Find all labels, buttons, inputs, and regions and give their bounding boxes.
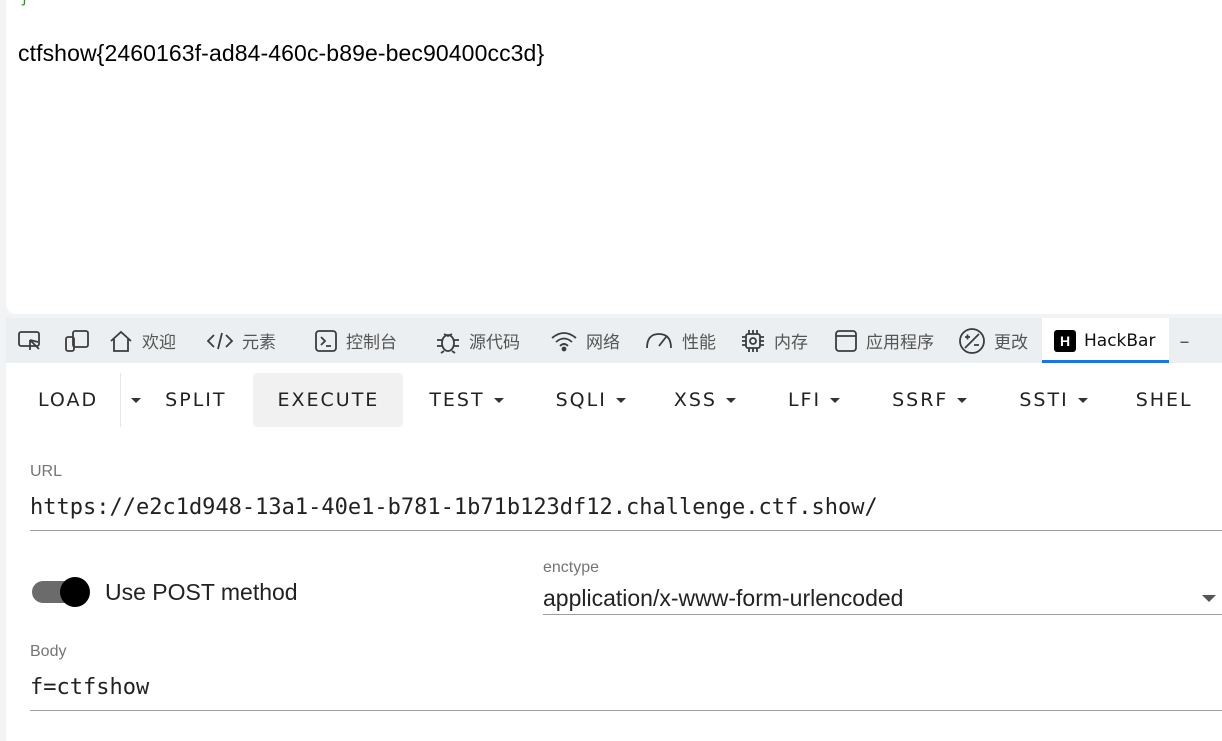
execute-button[interactable]: EXECUTE — [252, 373, 404, 427]
tab-label: 控制台 — [346, 333, 397, 353]
xss-label: XSS — [673, 389, 717, 411]
lfi-menu-button[interactable]: LFI — [787, 373, 841, 427]
tab-network[interactable]: 网络 — [550, 318, 620, 363]
chevron-down-icon — [830, 397, 841, 403]
page-viewport: } ctfshow{2460163f-ad84-460c-b89e-bec904… — [6, 0, 1222, 314]
tab-label: 性能 — [682, 333, 716, 353]
bug-icon — [435, 318, 461, 363]
url-input[interactable]: https://e2c1d948-13a1-40e1-b781-1b71b123… — [30, 495, 878, 520]
tab-label: 源代码 — [469, 333, 520, 353]
hackbar-icon: H — [1054, 329, 1076, 352]
chevron-down-icon — [1077, 397, 1088, 403]
ssti-menu-button[interactable]: SSTI — [1019, 373, 1088, 427]
body-input-underline — [30, 710, 1222, 711]
lfi-label: LFI — [787, 389, 822, 411]
house-icon — [108, 318, 134, 363]
tab-console[interactable]: 控制台 — [314, 318, 397, 363]
tab-label: 内存 — [774, 333, 808, 353]
tab-sources[interactable]: 源代码 — [435, 318, 520, 363]
plus-icon[interactable]: – — [1179, 318, 1189, 363]
json-brace: } — [20, 0, 29, 7]
tab-elements[interactable]: 元素 — [206, 318, 276, 363]
hackbar-panel: LOAD SPLIT EXECUTE TEST SQLI XSS LFI SSR… — [6, 363, 1222, 741]
code-icon — [206, 318, 234, 363]
enctype-select-underline — [543, 614, 1222, 615]
gauge-icon — [644, 318, 674, 363]
chevron-down-icon — [493, 397, 504, 403]
split-button[interactable]: SPLIT — [165, 373, 226, 427]
tab-hackbar[interactable]: H HackBar — [1042, 318, 1170, 363]
enctype-label: enctype — [543, 559, 600, 576]
body-label: Body — [30, 643, 67, 660]
chevron-down-icon — [615, 397, 626, 403]
load-dropdown-button[interactable] — [123, 373, 149, 427]
toolbar-divider — [120, 373, 122, 427]
tab-changes[interactable]: 更改 — [958, 318, 1028, 363]
enctype-select[interactable]: application/x-www-form-urlencoded — [543, 585, 903, 612]
chevron-down-icon[interactable] — [1202, 595, 1216, 602]
test-label: TEST — [429, 389, 485, 411]
url-input-underline — [30, 530, 1222, 531]
post-method-label: Use POST method — [105, 579, 298, 605]
chevron-down-icon — [131, 397, 142, 403]
tab-label: 网络 — [586, 333, 620, 353]
url-label: URL — [30, 463, 63, 480]
ssti-label: SSTI — [1019, 389, 1069, 411]
sqli-label: SQLI — [555, 389, 607, 411]
device-toggle-icon[interactable] — [54, 318, 100, 363]
sqli-menu-button[interactable]: SQLI — [556, 373, 626, 427]
ssrf-menu-button[interactable]: SSRF — [892, 373, 968, 427]
ssrf-label: SSRF — [892, 389, 949, 411]
body-input[interactable]: f=ctfshow — [30, 675, 149, 700]
tab-label: 元素 — [242, 333, 276, 353]
tab-performance[interactable]: 性能 — [644, 318, 716, 363]
terminal-icon — [314, 318, 338, 363]
tab-label: HackBar — [1084, 330, 1156, 351]
inspect-icon[interactable] — [6, 318, 54, 363]
tab-label: 应用程序 — [866, 333, 934, 353]
tab-welcome[interactable]: 欢迎 — [108, 318, 176, 363]
tab-label: 欢迎 — [142, 333, 176, 353]
shell-menu-button[interactable]: SHEL — [1136, 373, 1193, 427]
hackbar-toolbar: LOAD SPLIT EXECUTE TEST SQLI XSS LFI SSR… — [6, 373, 1222, 427]
chip-icon — [740, 318, 766, 363]
xss-menu-button[interactable]: XSS — [674, 373, 736, 427]
wifi-icon — [550, 318, 578, 363]
post-method-toggle-knob[interactable] — [60, 577, 90, 607]
tab-application[interactable]: 应用程序 — [834, 318, 934, 363]
load-button[interactable]: LOAD — [38, 373, 98, 427]
chevron-down-icon — [957, 397, 968, 403]
window-icon — [834, 318, 858, 363]
chevron-down-icon — [725, 397, 736, 403]
tab-memory[interactable]: 内存 — [740, 318, 808, 363]
test-menu-button[interactable]: TEST — [429, 373, 504, 427]
changes-icon — [958, 318, 986, 363]
devtools-tab-strip: 欢迎 元素 控制台 源代码 网络 性能 内存 应用程序 更改 H HackBar… — [6, 318, 1222, 363]
tab-label: 更改 — [994, 333, 1028, 353]
flag-text: ctfshow{2460163f-ad84-460c-b89e-bec90400… — [18, 40, 545, 66]
